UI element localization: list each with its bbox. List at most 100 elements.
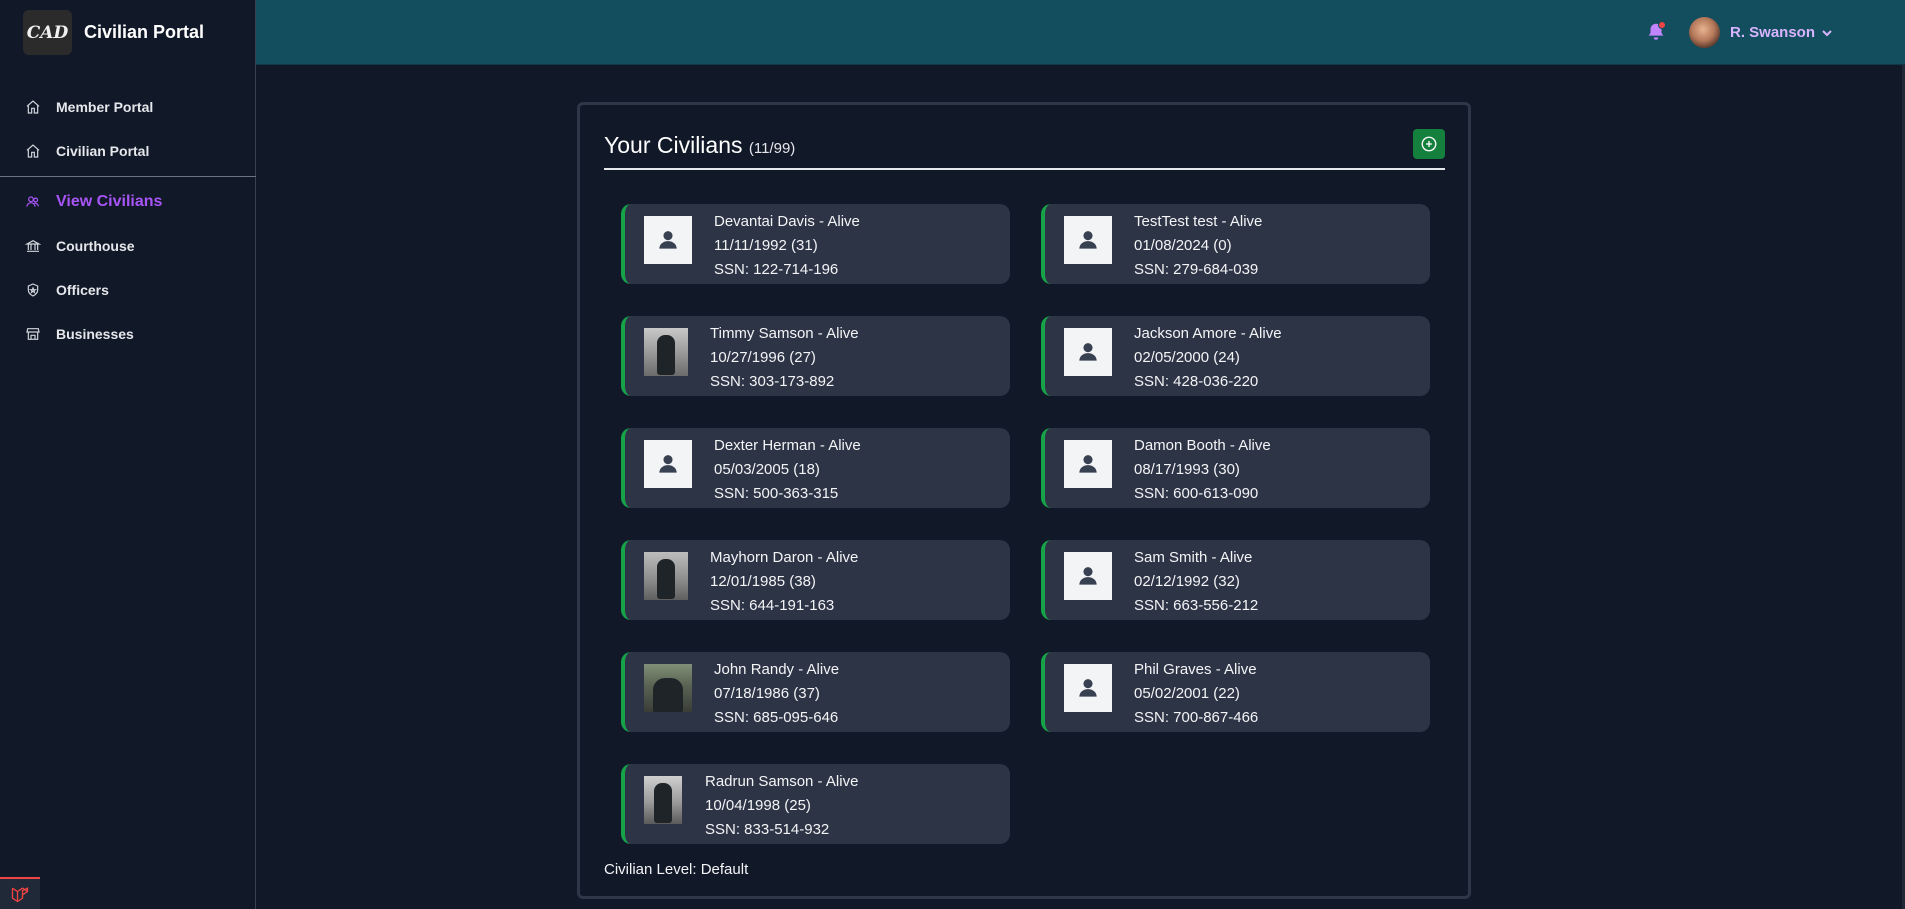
- user-icon: [1079, 455, 1097, 473]
- civilian-card[interactable]: Radrun Samson - Alive 10/04/1998 (25) SS…: [621, 764, 1010, 844]
- civilian-dob: 05/02/2001 (22): [1134, 685, 1240, 702]
- civilian-info: Devantai Davis - Alive 11/11/1992 (31) S…: [714, 210, 860, 282]
- avatar-placeholder: [1064, 440, 1112, 488]
- civilian-ssn: SSN: 428-036-220: [1134, 373, 1259, 390]
- user-icon: [1079, 343, 1097, 361]
- add-civilian-button[interactable]: [1413, 129, 1445, 159]
- sidebar-item-businesses[interactable]: Businesses: [0, 312, 255, 356]
- user-icon: [659, 231, 677, 249]
- civilian-card[interactable]: Devantai Davis - Alive 11/11/1992 (31) S…: [621, 204, 1010, 284]
- avatar-placeholder: [1064, 216, 1112, 264]
- civilian-dob: 08/17/1993 (30): [1134, 461, 1240, 478]
- sidebar-item-courthouse[interactable]: Courthouse: [0, 224, 255, 268]
- civilian-name: John Randy - Alive: [714, 661, 840, 678]
- civilian-card[interactable]: Sam Smith - Alive 02/12/1992 (32) SSN: 6…: [1041, 540, 1430, 620]
- user-icon: [659, 455, 677, 473]
- users-icon: [26, 196, 39, 207]
- sidebar-item-label: Member Portal: [56, 99, 154, 115]
- civilian-card[interactable]: Dexter Herman - Alive 05/03/2005 (18) SS…: [621, 428, 1010, 508]
- person-figure: [657, 335, 675, 375]
- civilian-dob: 12/01/1985 (38): [710, 573, 816, 590]
- civilian-photo: [644, 776, 682, 824]
- avatar-placeholder: [1064, 328, 1112, 376]
- sidebar-item-label: View Civilians: [56, 193, 163, 210]
- civilian-name: Sam Smith - Alive: [1134, 549, 1253, 566]
- sidebar-item-label: Civilian Portal: [56, 143, 150, 159]
- civilian-dob: 02/05/2000 (24): [1134, 349, 1240, 366]
- civilian-ssn: SSN: 644-191-163: [710, 597, 835, 614]
- civilian-photo: [644, 328, 688, 376]
- civilian-info: Dexter Herman - Alive 05/03/2005 (18) SS…: [714, 434, 861, 506]
- cad-logo: CAD: [23, 10, 72, 55]
- civilian-level: Civilian Level: Default: [604, 861, 749, 878]
- sidebar-item-civilian-portal[interactable]: Civilian Portal: [0, 129, 255, 173]
- civilian-name: Jackson Amore - Alive: [1134, 325, 1282, 342]
- laravel-debug-badge[interactable]: [0, 877, 40, 909]
- top-bar: R. Swanson: [256, 0, 1905, 65]
- civilian-info: Damon Booth - Alive 08/17/1993 (30) SSN:…: [1134, 434, 1271, 506]
- civilian-dob: 02/12/1992 (32): [1134, 573, 1240, 590]
- user-menu[interactable]: R. Swanson: [1730, 24, 1832, 41]
- civilian-ssn: SSN: 303-173-892: [710, 373, 835, 390]
- civilian-dob: 10/27/1996 (27): [710, 349, 816, 366]
- civilian-info: Jackson Amore - Alive 02/05/2000 (24) SS…: [1134, 322, 1282, 394]
- person-figure: [657, 559, 675, 599]
- civilian-ssn: SSN: 279-684-039: [1134, 261, 1259, 278]
- avatar-placeholder: [1064, 664, 1112, 712]
- civilian-name: TestTest test - Alive: [1134, 213, 1263, 230]
- username-label: R. Swanson: [1730, 24, 1816, 41]
- civilian-ssn: SSN: 663-556-212: [1134, 597, 1259, 614]
- civilian-name: Damon Booth - Alive: [1134, 437, 1271, 454]
- user-icon: [1079, 679, 1097, 697]
- user-icon: [1079, 567, 1097, 585]
- sidebar-item-member-portal[interactable]: Member Portal: [0, 85, 255, 129]
- nav-divider: [0, 176, 256, 177]
- civilian-info: Radrun Samson - Alive 10/04/1998 (25) SS…: [705, 770, 858, 842]
- avatar[interactable]: [1689, 17, 1720, 48]
- avatar-placeholder: [644, 216, 692, 264]
- avatar-placeholder: [1064, 552, 1112, 600]
- store-icon: [26, 328, 40, 340]
- civilian-info: Phil Graves - Alive 05/02/2001 (22) SSN:…: [1134, 658, 1258, 730]
- brand[interactable]: CAD Civilian Portal: [0, 0, 255, 65]
- page-title: Your Civilians (11/99): [604, 132, 795, 159]
- chevron-down-icon: [1822, 29, 1832, 36]
- plus-circle-icon: [1421, 136, 1437, 152]
- app-title: Civilian Portal: [84, 22, 205, 42]
- civilian-dob: 07/18/1986 (37): [714, 685, 820, 702]
- civilian-name: Devantai Davis - Alive: [714, 213, 860, 230]
- building-icon: [25, 239, 41, 252]
- civilian-photo: [644, 552, 688, 600]
- civilian-ssn: SSN: 833-514-932: [705, 821, 830, 838]
- sidebar: CAD Civilian Portal Member Portal Civili…: [0, 0, 256, 909]
- home-icon: [26, 144, 40, 158]
- civilian-name: Timmy Samson - Alive: [710, 325, 859, 342]
- civilian-dob: 01/08/2024 (0): [1134, 237, 1232, 254]
- panel-header: Your Civilians (11/99): [604, 127, 1445, 170]
- civilian-ssn: SSN: 122-714-196: [714, 261, 839, 278]
- civilian-card[interactable]: Damon Booth - Alive 08/17/1993 (30) SSN:…: [1041, 428, 1430, 508]
- civilian-name: Radrun Samson - Alive: [705, 773, 859, 790]
- notification-badge: [1658, 21, 1666, 29]
- civilians-panel: Your Civilians (11/99) Devantai Davis - …: [577, 102, 1471, 899]
- sidebar-item-view-civilians[interactable]: View Civilians: [0, 180, 255, 224]
- sidebar-item-officers[interactable]: Officers: [0, 268, 255, 312]
- civilian-card[interactable]: TestTest test - Alive 01/08/2024 (0) SSN…: [1041, 204, 1430, 284]
- civilian-card[interactable]: Mayhorn Daron - Alive 12/01/1985 (38) SS…: [621, 540, 1010, 620]
- sidebar-item-label: Businesses: [56, 326, 134, 342]
- civilian-name: Phil Graves - Alive: [1134, 661, 1257, 678]
- civilian-count: (11/99): [748, 140, 796, 157]
- person-figure: [653, 678, 683, 712]
- civilian-card[interactable]: Jackson Amore - Alive 02/05/2000 (24) SS…: [1041, 316, 1430, 396]
- civilian-card[interactable]: John Randy - Alive 07/18/1986 (37) SSN: …: [621, 652, 1010, 732]
- civilian-card[interactable]: Timmy Samson - Alive 10/27/1996 (27) SSN…: [621, 316, 1010, 396]
- user-icon: [1079, 231, 1097, 249]
- civilian-card[interactable]: Phil Graves - Alive 05/02/2001 (22) SSN:…: [1041, 652, 1430, 732]
- notifications-button[interactable]: [1645, 21, 1667, 43]
- civilian-ssn: SSN: 600-613-090: [1134, 485, 1259, 502]
- person-figure: [654, 783, 672, 823]
- civilian-ssn: SSN: 700-867-466: [1134, 709, 1259, 726]
- civilian-dob: 05/03/2005 (18): [714, 461, 820, 478]
- avatar-placeholder: [644, 440, 692, 488]
- shield-icon: [27, 283, 39, 297]
